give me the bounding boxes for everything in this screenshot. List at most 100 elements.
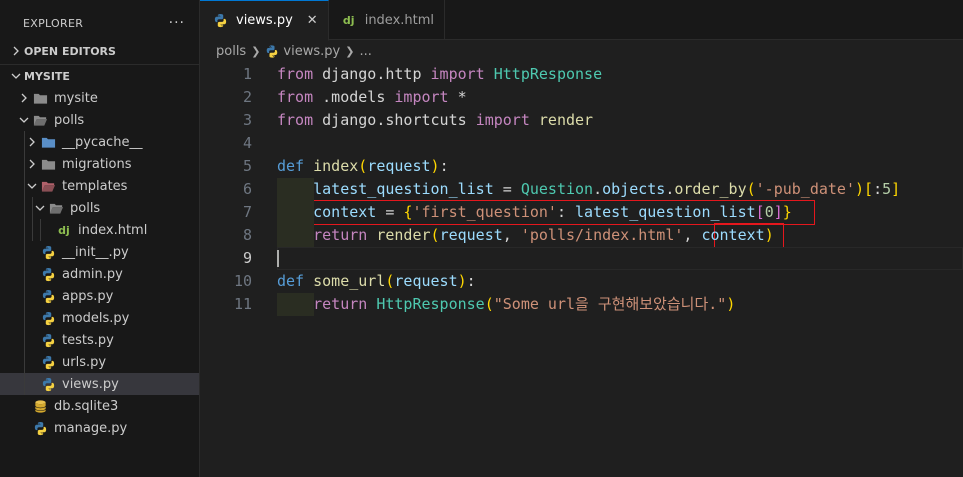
code-token: : bbox=[873, 180, 883, 198]
indent-guide bbox=[24, 197, 25, 219]
code-line[interactable]: 11 return HttpResponse("Some url을 구현해보았습… bbox=[200, 293, 963, 316]
current-line-highlight bbox=[277, 247, 963, 270]
line-number: 4 bbox=[242, 134, 252, 152]
code-token: request bbox=[439, 226, 503, 244]
close-icon[interactable]: ✕ bbox=[307, 13, 318, 28]
code-line[interactable]: 1 from django.http import HttpResponse bbox=[200, 63, 963, 86]
code-token: latest_question_list bbox=[575, 203, 756, 221]
more-actions-icon[interactable]: ··· bbox=[169, 15, 185, 31]
tree-item-manage-py[interactable]: manage.py bbox=[0, 417, 199, 439]
breadcrumb-file[interactable]: views.py bbox=[283, 44, 340, 59]
code-token: HttpResponse bbox=[493, 65, 603, 83]
python-icon bbox=[40, 310, 56, 326]
code-token: Question bbox=[520, 180, 594, 198]
tree-item-index-html[interactable]: dj index.html bbox=[0, 219, 199, 241]
tree-item-polls[interactable]: polls bbox=[0, 197, 199, 219]
tree-item-urls-py[interactable]: urls.py bbox=[0, 351, 199, 373]
code-token: "Some url을 구현해보았습니다." bbox=[493, 295, 727, 313]
code-token: context bbox=[313, 203, 377, 221]
root-folder-label: MYSITE bbox=[24, 69, 70, 83]
code-line[interactable]: 4 bbox=[200, 132, 963, 155]
indent-guide bbox=[24, 285, 25, 307]
tree-item-label: urls.py bbox=[62, 354, 107, 370]
code-token: HttpResponse bbox=[376, 295, 485, 313]
code-token: render bbox=[376, 226, 431, 244]
code-token: 'polls/index.html' bbox=[520, 226, 684, 244]
code-text: from django.http import HttpResponse bbox=[277, 63, 602, 86]
code-token: import bbox=[394, 88, 458, 106]
code-token: def bbox=[277, 157, 314, 175]
tree-item-label: db.sqlite3 bbox=[54, 398, 119, 414]
tree-item-polls[interactable]: polls bbox=[0, 109, 199, 131]
tree-item-label: __init__.py bbox=[62, 244, 129, 260]
code-token: some_url bbox=[313, 272, 386, 290]
code-line[interactable]: 2 from .models import * bbox=[200, 86, 963, 109]
tree-item-init-py[interactable]: __init__.py bbox=[0, 241, 199, 263]
indent-guide bbox=[32, 197, 33, 219]
indent-guide bbox=[24, 307, 25, 329]
mysite-section[interactable]: MYSITE bbox=[0, 64, 199, 87]
chevron-right-icon bbox=[16, 93, 32, 103]
tree-item-label: migrations bbox=[62, 156, 132, 172]
line-number: 9 bbox=[242, 249, 252, 267]
tab-index-html[interactable]: dj index.html bbox=[329, 0, 446, 40]
tree-item-db-sqlite3[interactable]: db.sqlite3 bbox=[0, 395, 199, 417]
code-token: ] bbox=[773, 203, 783, 221]
tree-item-label: polls bbox=[70, 200, 101, 216]
django-icon: dj bbox=[342, 13, 355, 27]
tree-item-models-py[interactable]: models.py bbox=[0, 307, 199, 329]
code-token: def bbox=[277, 272, 314, 290]
code-token: render bbox=[538, 111, 594, 129]
folder-icon bbox=[40, 134, 56, 150]
line-number: 8 bbox=[242, 226, 252, 244]
code-line[interactable]: 5 def index(request): bbox=[200, 155, 963, 178]
code-line[interactable]: 10 def some_url(request): bbox=[200, 270, 963, 293]
code-line[interactable]: 6 latest_question_list = Question.object… bbox=[200, 178, 963, 201]
explorer-title: EXPLORER bbox=[23, 16, 84, 30]
python-icon bbox=[40, 266, 56, 282]
code-token: } bbox=[782, 203, 792, 221]
line-number: 5 bbox=[242, 157, 252, 175]
code-token: ( bbox=[484, 295, 494, 313]
code-line[interactable]: 8 return render(request, 'polls/index.ht… bbox=[200, 224, 963, 247]
tree-item-apps-py[interactable]: apps.py bbox=[0, 285, 199, 307]
code-token: 5 bbox=[882, 180, 892, 198]
python-icon bbox=[40, 332, 56, 348]
python-icon bbox=[40, 376, 56, 392]
code-token: from bbox=[277, 111, 323, 129]
code-text: latest_question_list = Question.objects.… bbox=[277, 178, 900, 201]
tree-item-mysite[interactable]: mysite bbox=[0, 87, 199, 109]
django-icon: dj bbox=[58, 223, 70, 237]
open-editors-label: OPEN EDITORS bbox=[24, 44, 116, 58]
code-token: order_by bbox=[674, 180, 747, 198]
tree-item-admin-py[interactable]: admin.py bbox=[0, 263, 199, 285]
open-editors-section[interactable]: OPEN EDITORS bbox=[0, 40, 199, 62]
code-token: ( bbox=[358, 157, 368, 175]
code-token: import bbox=[430, 65, 494, 83]
code-line[interactable]: 3 from django.shortcuts import render bbox=[200, 109, 963, 132]
code-token: request bbox=[394, 272, 458, 290]
code-editor[interactable]: 1 from django.http import HttpResponse 2 fr… bbox=[200, 63, 963, 316]
tree-item-pycache[interactable]: __pycache__ bbox=[0, 131, 199, 153]
tab-views-py[interactable]: views.py ✕ bbox=[200, 0, 329, 41]
chevron-right-icon bbox=[24, 137, 40, 147]
breadcrumb-symbol[interactable]: ... bbox=[359, 44, 371, 59]
tree-item-views-py[interactable]: views.py bbox=[0, 373, 199, 395]
tree-item-migrations[interactable]: migrations bbox=[0, 153, 199, 175]
code-line[interactable]: 7 context = {'first_question': latest_qu… bbox=[200, 201, 963, 224]
indent-guide bbox=[24, 219, 25, 241]
code-text: from .models import * bbox=[277, 86, 467, 109]
code-token: import bbox=[475, 111, 539, 129]
code-line[interactable]: 9 bbox=[200, 247, 963, 270]
tree-item-tests-py[interactable]: tests.py bbox=[0, 329, 199, 351]
breadcrumb-folder[interactable]: polls bbox=[216, 44, 246, 59]
code-token: return bbox=[313, 295, 377, 313]
line-number: 7 bbox=[242, 203, 252, 221]
editor-area: views.py ✕ dj index.html polls ❯ views.p… bbox=[200, 0, 963, 477]
tree-item-label: __pycache__ bbox=[62, 134, 143, 150]
tree-item-label: models.py bbox=[62, 310, 130, 326]
tree-item-templates[interactable]: templates bbox=[0, 175, 199, 197]
breadcrumb: polls ❯ views.py ❯ ... bbox=[200, 40, 963, 62]
